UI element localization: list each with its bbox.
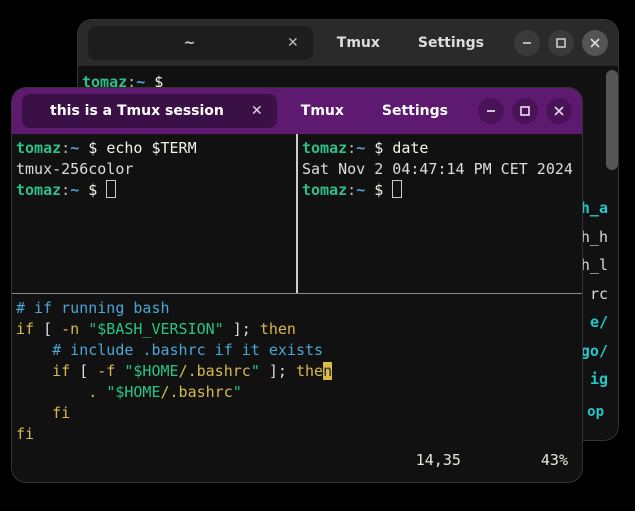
scroll-percent: 43%: [541, 451, 568, 469]
tab-settings[interactable]: Settings: [404, 26, 498, 60]
editor-pane[interactable]: # if running bashif [ -n "$BASH_VERSION"…: [12, 294, 582, 447]
output: tmux-256color: [16, 159, 292, 180]
tab-tmux[interactable]: Tmux: [323, 26, 394, 60]
file-list-item: h_l: [581, 251, 608, 280]
cursor-position: 14,35: [416, 451, 461, 469]
file-list-last: op: [587, 404, 604, 420]
pane-left[interactable]: tomaz:~ $ echo $TERM tmux-256color tomaz…: [12, 134, 296, 293]
file-list-item: h_h: [581, 223, 608, 252]
editor-line: # if running bash: [16, 298, 578, 319]
minimize-icon[interactable]: [514, 30, 540, 56]
scrollbar[interactable]: [606, 70, 618, 170]
close-icon[interactable]: ✕: [287, 35, 299, 51]
titlebar: ~ ✕ Tmux Settings: [78, 20, 618, 66]
tab-title: ~: [102, 35, 277, 51]
status-line: 14,35 43%: [12, 447, 582, 475]
close-icon[interactable]: ✕: [251, 103, 263, 119]
titlebar: this is a Tmux session ✕ Tmux Settings: [12, 88, 582, 134]
pane-right[interactable]: tomaz:~ $ date Sat Nov 2 04:47:14 PM CET…: [296, 134, 582, 293]
editor-line: if [ -n "$BASH_VERSION" ]; then: [16, 319, 578, 340]
editor-line: fi: [16, 403, 578, 424]
cursor: [106, 180, 116, 198]
file-list-item: h_a: [581, 194, 608, 223]
terminal-window-front: this is a Tmux session ✕ Tmux Settings t…: [12, 88, 582, 482]
tab-tmux[interactable]: Tmux: [287, 94, 358, 128]
file-list-item: go/: [581, 337, 608, 366]
file-list: h_ah_hh_lrce/go/ig: [581, 194, 608, 394]
tab-current[interactable]: this is a Tmux session ✕: [22, 94, 277, 128]
tab-current[interactable]: ~ ✕: [88, 26, 313, 60]
tab-title: this is a Tmux session: [50, 103, 224, 119]
file-list-item: rc: [581, 280, 608, 309]
editor-line: . "$HOME/.bashrc": [16, 382, 578, 403]
output: Sat Nov 2 04:47:14 PM CET 2024: [302, 159, 578, 180]
tab-settings[interactable]: Settings: [368, 94, 462, 128]
editor-line: if [ -f "$HOME/.bashrc" ]; then: [16, 361, 578, 382]
editor-line: # include .bashrc if it exists: [16, 340, 578, 361]
editor-line: fi: [16, 424, 578, 445]
close-window-icon[interactable]: [582, 30, 608, 56]
minimize-icon[interactable]: [478, 98, 504, 124]
maximize-icon[interactable]: [512, 98, 538, 124]
maximize-icon[interactable]: [548, 30, 574, 56]
cursor: [392, 180, 402, 198]
command: echo $TERM: [106, 139, 196, 157]
file-list-item: e/: [581, 308, 608, 337]
file-list-item: ig: [581, 365, 608, 394]
command: date: [392, 139, 428, 157]
tmux-panes: tomaz:~ $ echo $TERM tmux-256color tomaz…: [12, 134, 582, 294]
close-window-icon[interactable]: [546, 98, 572, 124]
